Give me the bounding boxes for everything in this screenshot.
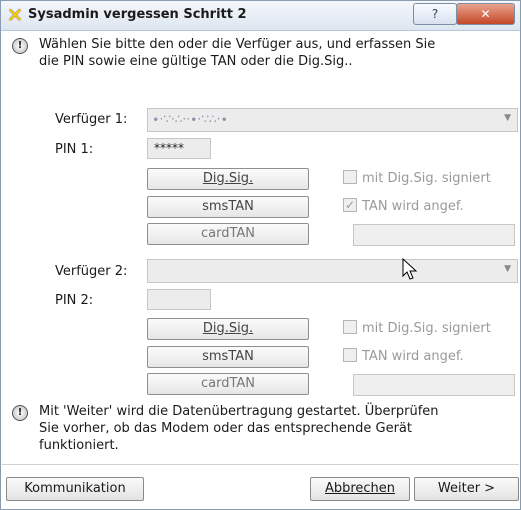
verfueger-2-digsig-check[interactable]: mit Dig.Sig. signiert [343,320,491,338]
verfueger-1-smstan-button[interactable]: smsTAN [147,196,309,218]
checkbox-checked-icon [343,196,357,214]
verfueger-1-value: ∙·∵·∴··∙·∵∴·∙ [152,112,228,126]
pin-2-input[interactable] [147,289,211,310]
app-x-icon: ✕ [6,3,24,27]
verfueger-1-cardtan-button[interactable]: cardTAN [147,223,309,245]
checkbox-icon [343,170,357,184]
outro-line-1: Mit 'Weiter' wird die Datenübertragung g… [39,404,439,419]
weiter-button[interactable]: Weiter > [414,477,519,501]
chevron-down-icon: ▼ [504,113,511,123]
verfueger-2-label: Verfüger 2: [55,264,128,279]
verfueger-1-tan-check[interactable]: TAN wird angef. [343,196,464,216]
verfueger-2-smstan-button[interactable]: smsTAN [147,346,309,368]
verfueger-1-digsig-button[interactable]: Dig.Sig. [147,168,309,190]
help-button[interactable]: ? [413,3,457,25]
checkbox-icon [343,348,357,362]
info-icon: ! [12,38,28,54]
chevron-down-icon: ▼ [504,264,511,274]
verfueger-2-digsig-button[interactable]: Dig.Sig. [147,318,309,340]
checkbox-icon [343,320,357,334]
pin-1-input[interactable]: ***** [147,138,211,159]
verfueger-2-cardtan-button[interactable]: cardTAN [147,373,309,395]
close-button[interactable]: ✕ [456,3,515,25]
abbrechen-button[interactable]: Abbrechen [310,477,410,501]
window-title: Sysadmin vergessen Schritt 2 [28,7,247,22]
kommunikation-button[interactable]: Kommunikation [6,477,144,501]
pin-1-label: PIN 1: [55,142,94,157]
verfueger-2-select[interactable]: ▼ [147,259,518,283]
intro-text: Wählen Sie bitte den oder die Verfüger a… [39,36,435,70]
outro-text: Mit 'Weiter' wird die Datenübertragung g… [39,403,439,454]
verfueger-1-digsig-check[interactable]: mit Dig.Sig. signiert [343,170,491,188]
footer-divider [2,464,519,465]
verfueger-1-label: Verfüger 1: [55,112,128,127]
outro-line-3: funktioniert. [39,438,119,453]
intro-line-1: Wählen Sie bitte den oder die Verfüger a… [39,37,436,52]
pin-2-label: PIN 2: [55,293,94,308]
dialog-window: ✕ Sysadmin vergessen Schritt 2 ? ✕ ! Wäh… [0,0,521,510]
verfueger-2-tan-field[interactable] [353,374,515,396]
title-bar[interactable]: ✕ Sysadmin vergessen Schritt 2 ? ✕ [1,1,520,31]
outro-line-2: Sie vorher, ob das Modem oder das entspr… [39,421,412,436]
intro-line-2: die PIN sowie eine gültige TAN oder die … [39,54,353,69]
verfueger-1-select[interactable]: ∙·∵·∴··∙·∵∴·∙ ▼ [147,108,518,132]
verfueger-1-tan-field[interactable] [353,224,515,246]
verfueger-2-tan-check[interactable]: TAN wird angef. [343,348,464,366]
mouse-pointer-icon [402,258,418,280]
info-icon: ! [12,405,28,421]
